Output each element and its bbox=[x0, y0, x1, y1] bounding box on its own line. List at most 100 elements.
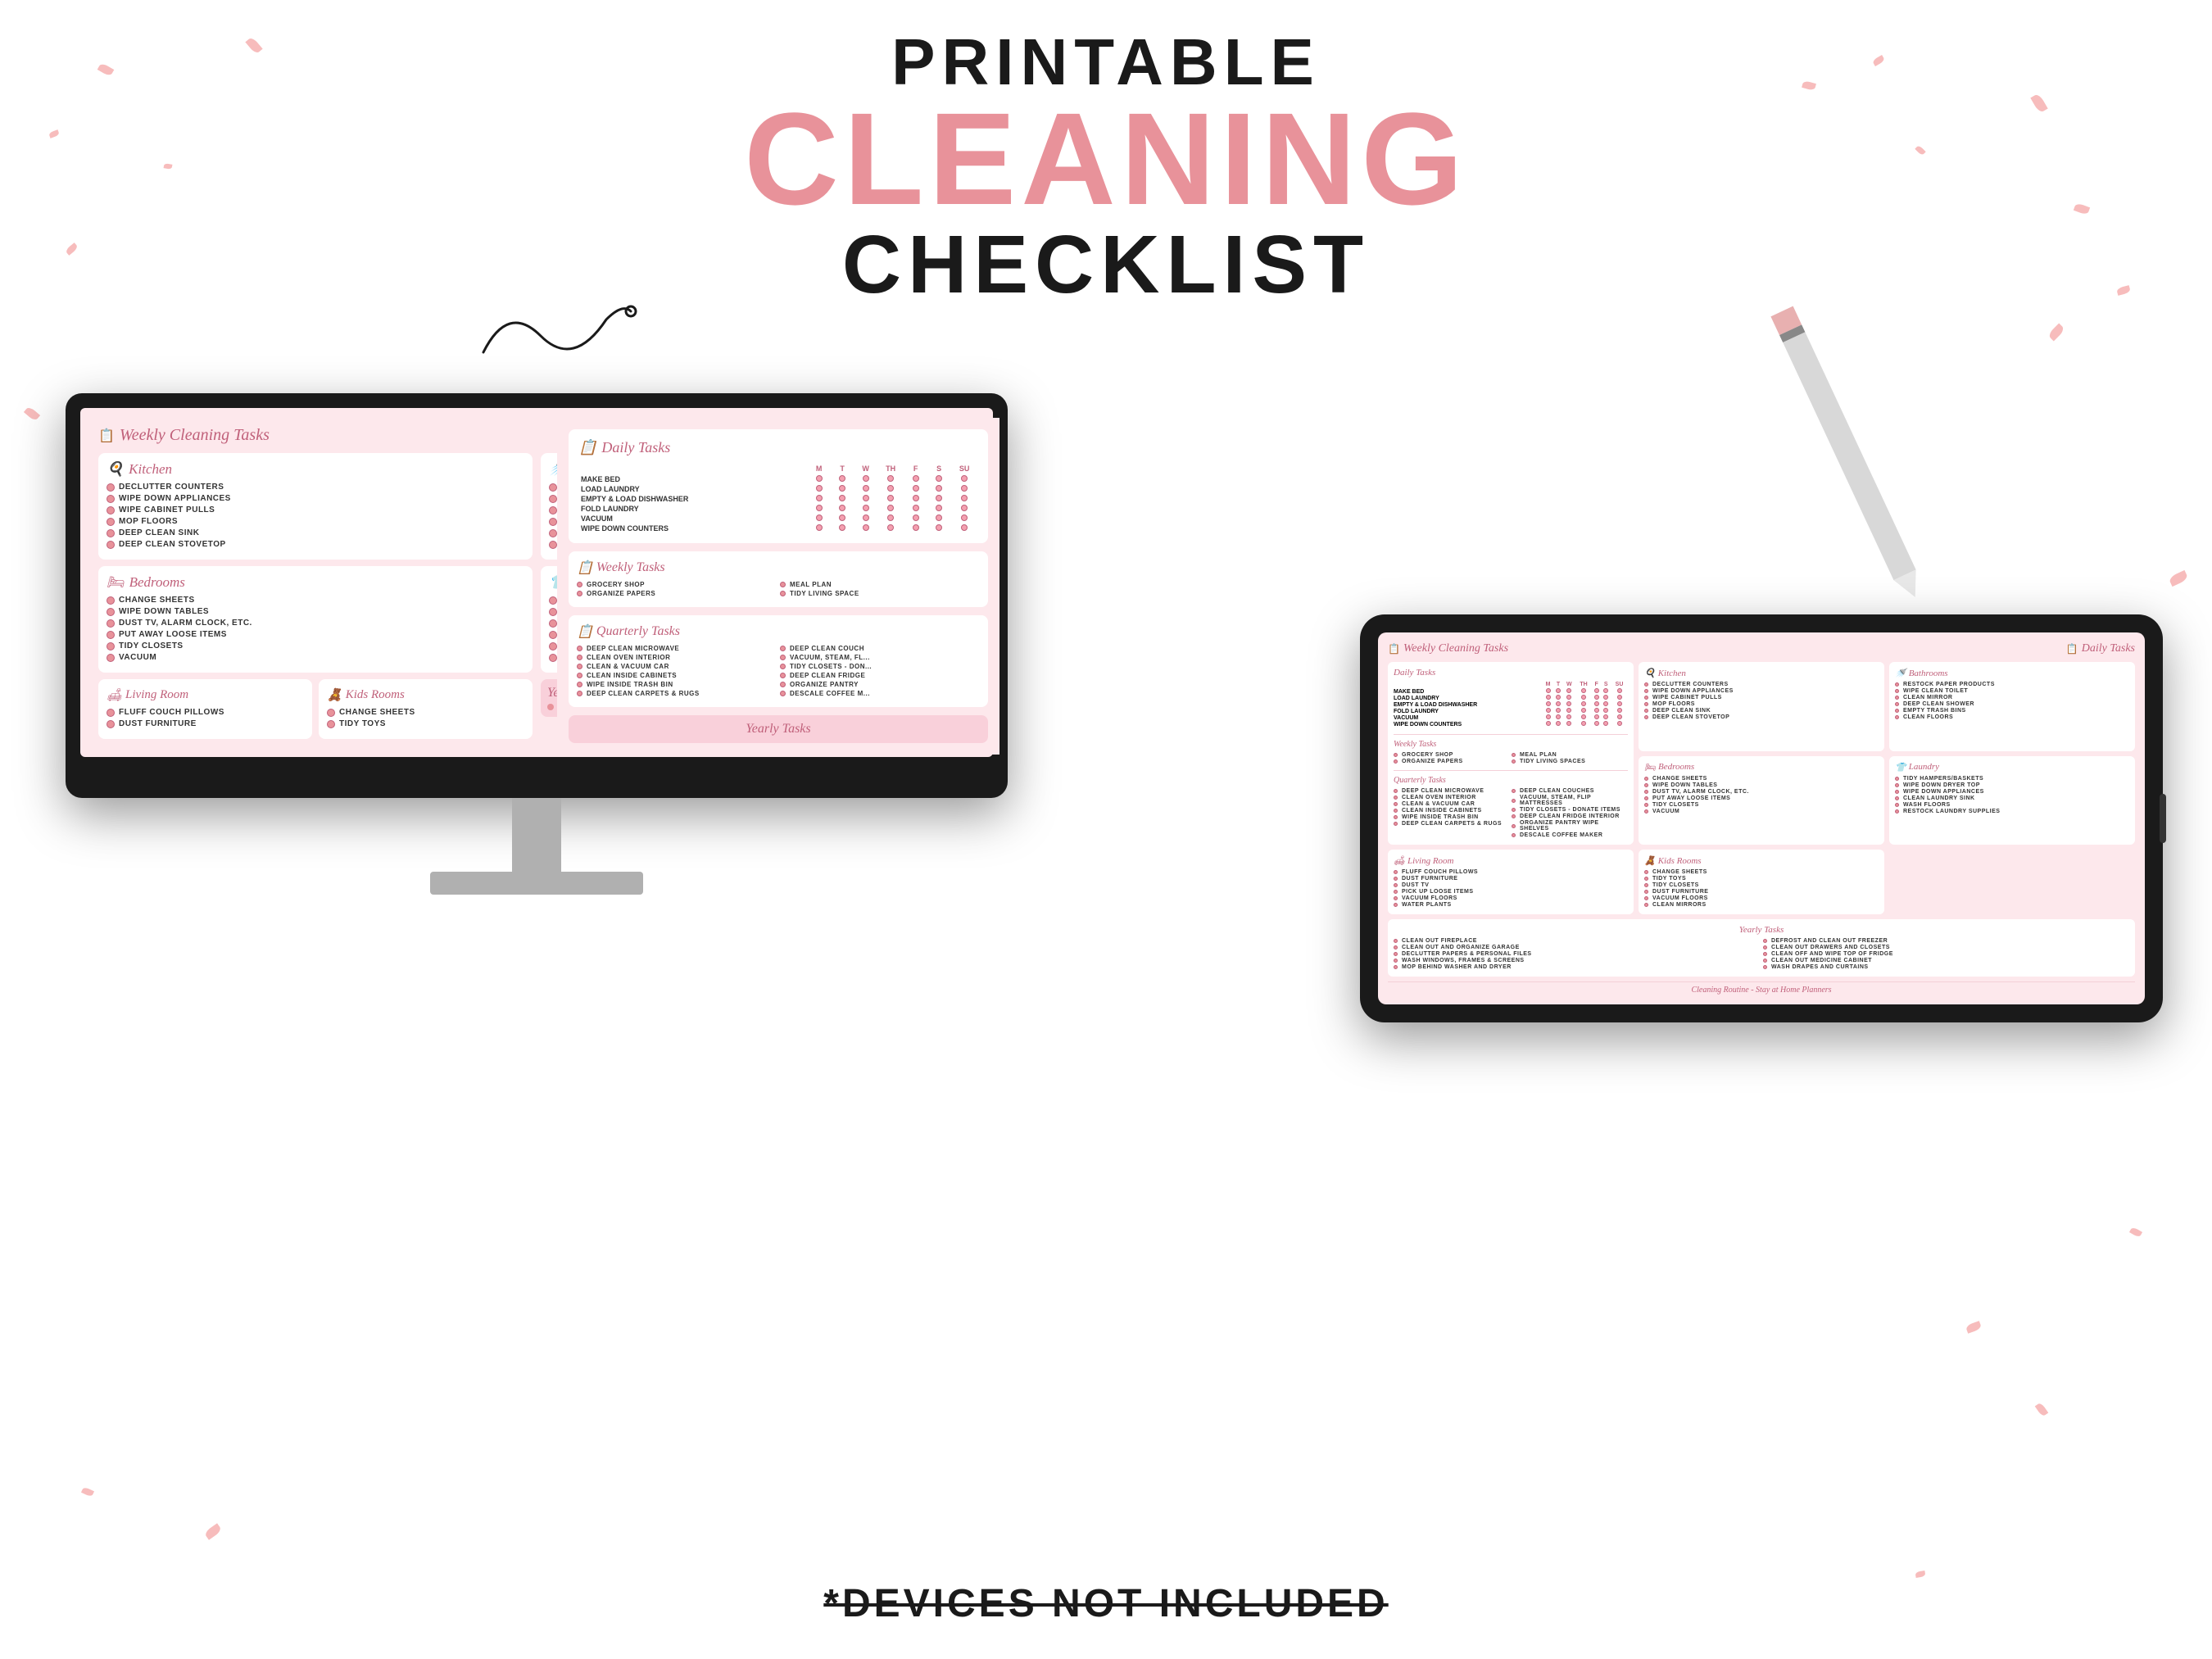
tablet-item: CHANGE SHEETS bbox=[1644, 776, 1879, 782]
checklist-item: WIPE DOWN TABLES bbox=[107, 607, 524, 616]
tablet-kids-title: 🧸Kids Rooms bbox=[1644, 855, 1879, 866]
tablet-item: TIDY HAMPERS/BASKETS bbox=[1895, 776, 2129, 782]
tablet-kitchen-title: 🍳Kitchen bbox=[1644, 668, 1879, 678]
checklist-item: ORGANIZE PANTRY bbox=[780, 681, 980, 688]
checklist-item: CLEAN & VACUUM CAR bbox=[577, 663, 777, 670]
tablet-item: WIPE INSIDE TRASH BIN bbox=[1394, 814, 1510, 820]
tablet-item: CLEAN OUT MEDICINE CABINET bbox=[1763, 958, 2129, 963]
tablet-item: CLEAN OFF AND WIPE TOP OF FRIDGE bbox=[1763, 951, 2129, 957]
tablet-item: VACUUM, STEAM, FLIP MATTRESSES bbox=[1512, 795, 1628, 806]
tablet-item: TIDY TOYS bbox=[1644, 876, 1879, 882]
tablet-item: DEEP CLEAN MICROWAVE bbox=[1394, 788, 1510, 794]
checklist-item: DUST FURNITURE bbox=[107, 719, 304, 728]
checklist-item: MEAL PLAN bbox=[780, 581, 980, 588]
tablet-screen: 📋 Weekly Cleaning Tasks 📋 Daily Tasks 🍳K… bbox=[1378, 632, 2145, 1004]
monitor-doc-title: Weekly Cleaning Tasks bbox=[120, 426, 270, 445]
tablet-item: WASH DRAPES AND CURTAINS bbox=[1763, 964, 2129, 970]
tablet-item: ORGANIZE PAPERS bbox=[1394, 759, 1510, 764]
tablet-item: DESCALE COFFEE MAKER bbox=[1512, 832, 1628, 838]
tablet-yearly-title: Yearly Tasks bbox=[1394, 925, 2129, 935]
checklist-item: DEEP CLEAN CARPETS & RUGS bbox=[577, 690, 777, 697]
tablet-item: DEEP CLEAN COUCHES bbox=[1512, 788, 1628, 794]
tablet-item: WIPE DOWN TABLES bbox=[1644, 782, 1879, 788]
bedrooms-section-title: 🛏 Bedrooms bbox=[107, 574, 524, 591]
tablet-item: GROCERY SHOP bbox=[1394, 752, 1510, 758]
tablet-daily-box-title: Daily Tasks bbox=[1394, 668, 1628, 678]
tablet-item: DEEP CLEAN FRIDGE INTERIOR bbox=[1512, 814, 1628, 819]
tablet-item: PICK UP LOOSE ITEMS bbox=[1394, 889, 1628, 895]
tablet-item: DEEP CLEAN SHOWER bbox=[1895, 701, 2129, 707]
tablet-item: CLEAN LAUNDRY SINK bbox=[1895, 796, 2129, 801]
tablet-item: PUT AWAY LOOSE ITEMS bbox=[1644, 796, 1879, 801]
decorative-curly-line bbox=[475, 287, 639, 389]
tablet-item: CLEAN OUT FIREPLACE bbox=[1394, 938, 1760, 944]
tablet-item: MEAL PLAN bbox=[1512, 752, 1628, 758]
tablet-item: WIPE DOWN DRYER TOP bbox=[1895, 782, 2129, 788]
checklist-item: TIDY TOYS bbox=[327, 719, 524, 728]
checklist-item: WIPE INSIDE TRASH BIN bbox=[577, 681, 777, 688]
tablet-item: CLEAN MIRRORS bbox=[1644, 902, 1879, 908]
tablet-item: TIDY LIVING SPACES bbox=[1512, 759, 1628, 764]
tablet-item: DUST FURNITURE bbox=[1644, 889, 1879, 895]
tablet-quarterly-sub: Quarterly Tasks bbox=[1394, 776, 1628, 785]
checklist-item: FLUFF COUCH PILLOWS bbox=[107, 708, 304, 717]
tablet-item: ORGANIZE PANTRY WIPE SHELVES bbox=[1512, 820, 1628, 832]
tablet-item: DUST FURNITURE bbox=[1394, 876, 1628, 882]
tablet-living-title: 🛋Living Room bbox=[1394, 855, 1628, 866]
tablet-item: WASH WINDOWS, FRAMES & SCREENS bbox=[1394, 958, 1760, 963]
tablet-item: CLEAN OUT DRAWERS AND CLOSETS bbox=[1763, 945, 2129, 950]
tablet-item: EMPTY TRASH BINS bbox=[1895, 708, 2129, 714]
tablet-laundry-title: 👕Laundry bbox=[1895, 762, 2129, 773]
tablet-item: CLEAN FLOORS bbox=[1895, 714, 2129, 720]
checklist-item: VACUUM, STEAM, FL... bbox=[780, 654, 980, 661]
pencil-decoration bbox=[1770, 306, 1931, 614]
tablet-item: DUST TV bbox=[1394, 882, 1628, 888]
checklist-item: PUT AWAY LOOSE ITEMS bbox=[107, 630, 524, 639]
kitchen-section-title: 🍳 Kitchen bbox=[107, 461, 524, 478]
checklist-item: DUST TV, ALARM CLOCK, ETC. bbox=[107, 619, 524, 628]
checklist-item: DESCALE COFFEE M... bbox=[780, 690, 980, 697]
tablet-weekly-sub: Weekly Tasks bbox=[1394, 740, 1628, 749]
checklist-item: CLEAN OVEN INTERIOR bbox=[577, 654, 777, 661]
tablet-item: CHANGE SHEETS bbox=[1644, 869, 1879, 875]
checklist-item: MOP FLOORS bbox=[107, 517, 524, 526]
tablet-item: VACUUM FLOORS bbox=[1394, 895, 1628, 901]
tablet-doc: 📋 Weekly Cleaning Tasks 📋 Daily Tasks 🍳K… bbox=[1378, 632, 2145, 1004]
tablet-footer: Cleaning Routine - Stay at Home Planners bbox=[1388, 981, 2135, 995]
bottom-disclaimer: *DEVICES NOT INCLUDED bbox=[823, 1581, 1388, 1626]
tablet-item: RESTOCK PAPER PRODUCTS bbox=[1895, 682, 2129, 687]
quarterly-title: 📋Quarterly Tasks bbox=[577, 623, 980, 640]
tablet-bathrooms-title: 🚿Bathrooms bbox=[1895, 668, 2129, 678]
checklist-item: CHANGE SHEETS bbox=[327, 708, 524, 717]
tablet-side-button bbox=[2160, 794, 2166, 843]
tablet-item: WIPE CABINET PULLS bbox=[1644, 695, 1879, 700]
checklist-item: VACUUM bbox=[107, 653, 524, 662]
checklist-item: DEEP CLEAN STOVETOP bbox=[107, 540, 524, 549]
tablet-item: TIDY CLOSETS bbox=[1644, 882, 1879, 888]
tablet-item: CLEAN MIRROR bbox=[1895, 695, 2129, 700]
tablet-item: DECLUTTER COUNTERS bbox=[1644, 682, 1879, 687]
tablet-item: WIPE DOWN APPLIANCES bbox=[1644, 688, 1879, 694]
daily-tasks-table: MTWTHFSSU MAKE BED LOAD bbox=[578, 463, 978, 533]
tablet-item: WIPE CLEAN TOILET bbox=[1895, 688, 2129, 694]
tablet-outer: 📋 Weekly Cleaning Tasks 📋 Daily Tasks 🍳K… bbox=[1360, 614, 2163, 1022]
checklist-item: DECLUTTER COUNTERS bbox=[107, 483, 524, 492]
checklist-item: TIDY CLOSETS - DON... bbox=[780, 663, 980, 670]
tablet-item: TIDY CLOSETS - DONATE ITEMS bbox=[1512, 807, 1628, 813]
header: PRINTABLE CLEANING CHECKLIST bbox=[737, 25, 1475, 312]
checklist-item: CHANGE SHEETS bbox=[107, 596, 524, 605]
checklist-item: WIPE DOWN APPLIANCES bbox=[107, 494, 524, 503]
tablet-item: TIDY CLOSETS bbox=[1644, 802, 1879, 808]
weekly-sub-title: 📋Weekly Tasks bbox=[577, 560, 980, 576]
daily-tasks-title: 📋Daily Tasks bbox=[578, 439, 978, 456]
tablet-item: DUST TV, ALARM CLOCK, ETC. bbox=[1644, 789, 1879, 795]
tablet-item: FLUFF COUCH PILLOWS bbox=[1394, 869, 1628, 875]
tablet-device: 📋 Weekly Cleaning Tasks 📋 Daily Tasks 🍳K… bbox=[1360, 614, 2163, 1022]
tablet-weekly-title: Weekly Cleaning Tasks bbox=[1403, 642, 1508, 655]
kids-rooms-title: 🧸Kids Rooms bbox=[327, 687, 524, 703]
checklist-item: TIDY LIVING SPACE bbox=[780, 590, 980, 597]
checklist-item: DEEP CLEAN MICROWAVE bbox=[577, 645, 777, 652]
yearly-tasks-label: Yearly Tasks bbox=[569, 715, 988, 743]
monitor-stand-neck bbox=[512, 798, 561, 872]
living-room-title: 🛋Living Room bbox=[107, 687, 304, 703]
